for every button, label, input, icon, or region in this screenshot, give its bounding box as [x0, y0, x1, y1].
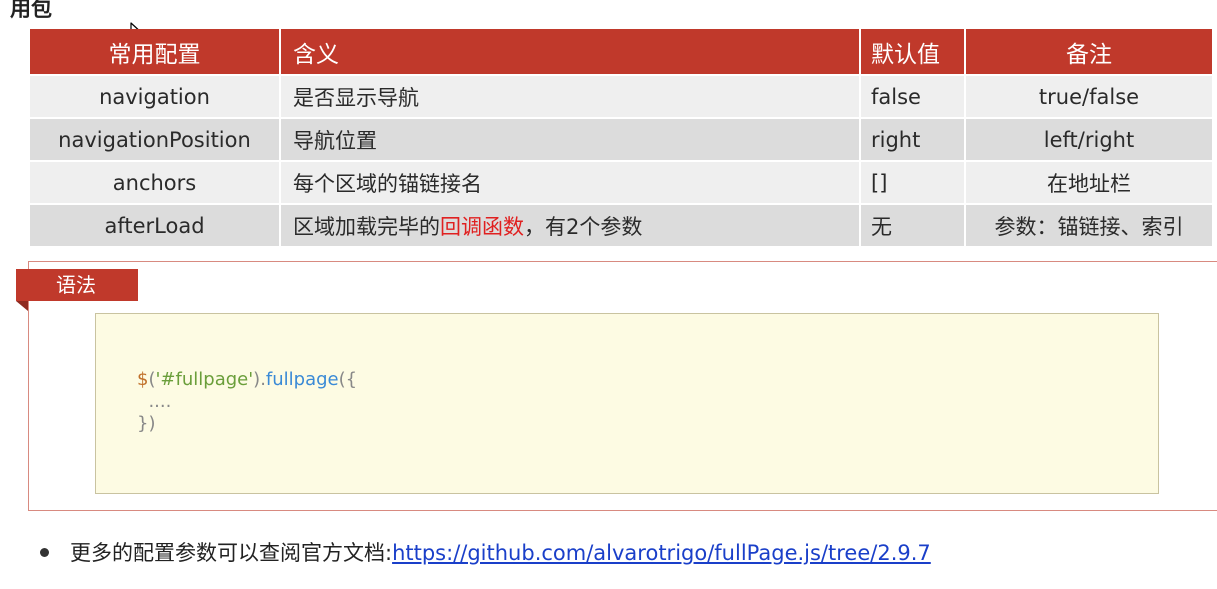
- header-meaning: 含义: [281, 29, 861, 74]
- config-name: navigation: [30, 74, 281, 117]
- config-default: []: [861, 160, 966, 203]
- config-name: afterLoad: [30, 203, 281, 246]
- config-note: 在地址栏: [966, 160, 1212, 203]
- config-default: right: [861, 117, 966, 160]
- config-meaning: 每个区域的锚链接名: [281, 160, 861, 203]
- code-snippet: $('#fullpage').fullpage({ .... }): [137, 369, 357, 435]
- table-row: navigationPosition 导航位置 right left/right: [30, 117, 1212, 160]
- page-heading: 用包: [10, 0, 52, 21]
- config-note: 参数：锚链接、索引: [966, 203, 1212, 246]
- code-token: '#fullpage': [155, 369, 254, 390]
- config-name: navigationPosition: [30, 117, 281, 160]
- config-meaning: 导航位置: [281, 117, 861, 160]
- code-token: ({: [338, 369, 358, 390]
- code-token: fullpage: [265, 369, 339, 390]
- syntax-tab-label: 语法: [16, 269, 138, 301]
- header-default: 默认值: [861, 29, 966, 74]
- config-default: false: [861, 74, 966, 117]
- header-config: 常用配置: [30, 29, 281, 74]
- code-token: ).: [253, 369, 266, 390]
- meaning-highlight: 回调函数: [440, 214, 524, 239]
- config-note: left/right: [966, 117, 1212, 160]
- table-header-row: 常用配置 含义 默认值 备注: [30, 29, 1212, 74]
- meaning-text: ，有2个参数: [524, 214, 643, 239]
- table-row: afterLoad 区域加载完毕的回调函数，有2个参数 无 参数：锚链接、索引: [30, 203, 1212, 246]
- code-line: ....: [137, 391, 172, 412]
- header-note: 备注: [966, 29, 1212, 74]
- config-table: 常用配置 含义 默认值 备注 navigation 是否显示导航 false t…: [30, 29, 1212, 246]
- meaning-text: 区域加载完毕的: [293, 214, 440, 239]
- code-token: $: [137, 369, 149, 390]
- config-note: true/false: [966, 74, 1212, 117]
- code-block: $('#fullpage').fullpage({ .... }): [95, 313, 1159, 494]
- config-default: 无: [861, 203, 966, 246]
- footer-text: 更多的配置参数可以查阅官方文档:: [70, 541, 393, 565]
- code-line: }): [137, 413, 156, 434]
- table-row: navigation 是否显示导航 false true/false: [30, 74, 1212, 117]
- docs-link[interactable]: https://github.com/alvarotrigo/fullPage.…: [392, 541, 931, 565]
- tab-fold-decoration: [16, 301, 28, 311]
- config-meaning: 区域加载完毕的回调函数，有2个参数: [281, 203, 861, 246]
- table-row: anchors 每个区域的锚链接名 [] 在地址栏: [30, 160, 1212, 203]
- footer-note: 更多的配置参数可以查阅官方文档:https://github.com/alvar…: [40, 539, 931, 567]
- config-meaning: 是否显示导航: [281, 74, 861, 117]
- bullet-icon: [40, 548, 49, 557]
- config-name: anchors: [30, 160, 281, 203]
